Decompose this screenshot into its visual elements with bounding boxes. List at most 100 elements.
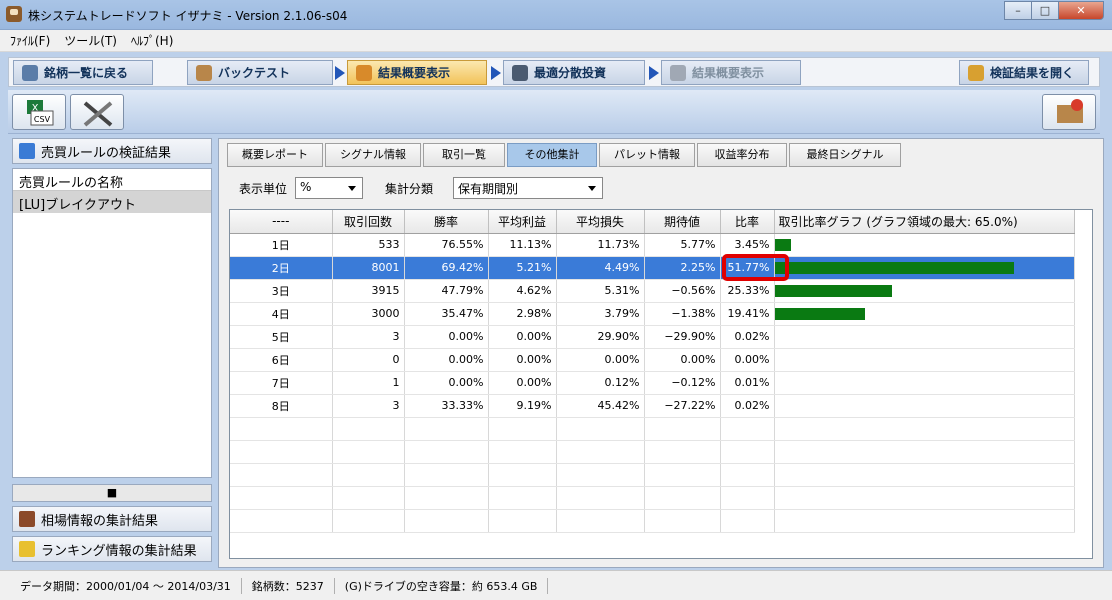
results-icon — [19, 143, 35, 159]
column-header[interactable]: 勝率 — [404, 210, 489, 234]
ranking-info-button[interactable]: ランキング情報の集計結果 — [12, 536, 212, 562]
unit-select[interactable]: % — [295, 177, 364, 199]
table-row[interactable]: 5日 3 0.00% 0.00% 29.90% −29.90% 0.02% — [230, 325, 1075, 349]
folder-icon — [968, 64, 984, 81]
table-cell: 0.00% — [404, 371, 489, 395]
open-results-button[interactable]: 検証結果を開く — [959, 60, 1089, 85]
minimize-button[interactable]: – — [1004, 1, 1032, 20]
graph-cell — [774, 325, 1075, 349]
table-cell: 9.19% — [488, 394, 557, 418]
table-cell: 533 — [332, 233, 405, 257]
table-cell: 0.00% — [720, 348, 775, 372]
graph-cell — [774, 279, 1075, 303]
graph-cell — [774, 302, 1075, 326]
table-cell: 4.62% — [488, 279, 557, 303]
column-header[interactable]: 取引回数 — [332, 210, 405, 234]
table-cell: 0.01% — [720, 371, 775, 395]
table-cell: −29.90% — [644, 325, 721, 349]
table-cell: −1.38% — [644, 302, 721, 326]
summary2-tab[interactable]: 結果概要表示 — [661, 60, 801, 85]
highlight-box — [722, 254, 789, 281]
table-cell: 11.73% — [556, 233, 645, 257]
results-table-container: ---- 取引回数 勝率 平均利益 平均損失 期待値 比率 取引比率グラフ (グ… — [229, 209, 1093, 559]
close-button[interactable]: ✕ — [1058, 1, 1104, 20]
aggregation-label: 集計分類 — [385, 181, 434, 196]
table-cell: 0.00% — [644, 348, 721, 372]
menu-tools[interactable]: ツール(T) — [64, 32, 117, 49]
table-row[interactable]: 3日 3915 47.79% 4.62% 5.31% −0.56% 25.33% — [230, 279, 1075, 303]
table-row[interactable]: 4日 3000 35.47% 2.98% 3.79% −1.38% 19.41% — [230, 302, 1075, 326]
table-cell: 2.25% — [644, 256, 721, 280]
arrow-icon — [649, 66, 659, 80]
market-info-button[interactable]: 相場情報の集計結果 — [12, 506, 212, 532]
rule-list-item[interactable]: [LU]ブレイクアウト — [13, 191, 211, 213]
graph-cell — [774, 256, 1075, 280]
tab-signal-info[interactable]: シグナル情報 — [325, 143, 421, 167]
column-header[interactable]: 平均利益 — [488, 210, 557, 234]
summary-tab[interactable]: 結果概要表示 — [347, 60, 487, 85]
arrow-icon — [335, 66, 345, 80]
title-bar: 株システムトレードソフト イザナミ - Version 2.1.06-s04 –… — [0, 0, 1112, 30]
rule-results-header[interactable]: 売買ルールの検証結果 — [12, 138, 212, 164]
settings-tools-button[interactable] — [70, 94, 124, 130]
csv-icon: XCSV — [27, 100, 54, 126]
table-cell: 3000 — [332, 302, 405, 326]
column-header[interactable]: 取引比率グラフ (グラフ領域の最大: 65.0%) — [774, 210, 1075, 234]
table-cell: 6日 — [230, 348, 333, 372]
table-cell: 25.33% — [720, 279, 775, 303]
csv-export-button[interactable]: X CSV — [12, 94, 66, 130]
table-cell: 0.00% — [488, 371, 557, 395]
tab-trade-list[interactable]: 取引一覧 — [423, 143, 505, 167]
graph-cell — [774, 233, 1075, 257]
table-cell: 19.41% — [720, 302, 775, 326]
unit-label: 表示単位 — [239, 181, 288, 196]
table-cell: 3915 — [332, 279, 405, 303]
table-row[interactable]: 2日 8001 69.42% 5.21% 4.49% 2.25% 51.77% — [230, 256, 1075, 280]
table-cell: −0.56% — [644, 279, 721, 303]
table-row[interactable]: 7日 1 0.00% 0.00% 0.12% −0.12% 0.01% — [230, 371, 1075, 395]
tab-overview[interactable]: 概要レポート — [227, 143, 323, 167]
exit-button[interactable] — [1042, 94, 1096, 130]
scroll-icon — [19, 511, 35, 527]
table-cell: 0.00% — [404, 325, 489, 349]
table-row[interactable]: 6日 0 0.00% 0.00% 0.00% 0.00% 0.00% — [230, 348, 1075, 372]
column-header[interactable]: ---- — [230, 210, 333, 234]
column-header[interactable]: 比率 — [720, 210, 775, 234]
exit-icon — [1057, 99, 1083, 123]
disk-space: (G)ドライブの空き容量：約 653.4 GB — [335, 577, 549, 594]
backtest-tab[interactable]: バックテスト — [187, 60, 333, 85]
table-cell: −0.12% — [644, 371, 721, 395]
column-header[interactable]: 平均損失 — [556, 210, 645, 234]
tab-other-aggregation[interactable]: その他集計 — [507, 143, 597, 167]
table-cell: 76.55% — [404, 233, 489, 257]
table-cell: 3日 — [230, 279, 333, 303]
menu-file[interactable]: ﾌｧｲﾙ(F) — [10, 32, 50, 49]
calculator-icon — [512, 64, 528, 81]
optimal-distribution-tab[interactable]: 最適分散投資 — [503, 60, 645, 85]
maximize-button[interactable]: □ — [1031, 1, 1059, 20]
table-row[interactable]: 8日 3 33.33% 9.19% 45.42% −27.22% 0.02% — [230, 394, 1075, 418]
tab-return-distribution[interactable]: 収益率分布 — [697, 143, 787, 167]
arrow-icon — [491, 66, 501, 80]
menu-help[interactable]: ﾍﾙﾌﾟ(H) — [131, 32, 173, 49]
tab-palette-info[interactable]: パレット情報 — [599, 143, 695, 167]
table-cell: 47.79% — [404, 279, 489, 303]
aggregation-select[interactable]: 保有期間別 — [453, 177, 604, 199]
ratio-bar — [774, 284, 892, 297]
save-button[interactable]: ■ — [12, 484, 212, 502]
table-cell: 0.12% — [556, 371, 645, 395]
results-table: ---- 取引回数 勝率 平均利益 平均損失 期待値 比率 取引比率グラフ (グ… — [230, 210, 1075, 533]
back-to-list-button[interactable]: 銘柄一覧に戻る — [13, 60, 153, 85]
table-cell: 5日 — [230, 325, 333, 349]
filter-bar: 表示単位 % 集計分類 保有期間別 — [239, 177, 604, 199]
status-bar: データ期間：2000/01/04 ～ 2014/03/31 銘柄数：5237 (… — [0, 570, 1112, 600]
table-cell: 29.90% — [556, 325, 645, 349]
tab-last-day-signal[interactable]: 最終日シグナル — [789, 143, 901, 167]
table-header-row: ---- 取引回数 勝率 平均利益 平均損失 期待値 比率 取引比率グラフ (グ… — [230, 210, 1075, 234]
svg-text:CSV: CSV — [34, 115, 51, 124]
table-cell: 1日 — [230, 233, 333, 257]
table-cell: 33.33% — [404, 394, 489, 418]
graph-cell — [774, 394, 1075, 418]
column-header[interactable]: 期待値 — [644, 210, 721, 234]
table-row[interactable]: 1日 533 76.55% 11.13% 11.73% 5.77% 3.45% — [230, 233, 1075, 257]
